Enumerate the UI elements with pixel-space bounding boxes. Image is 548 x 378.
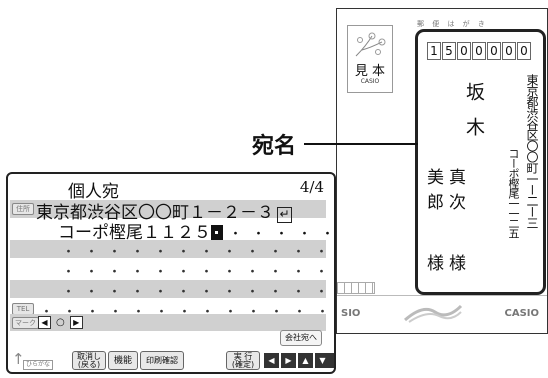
cancel-button[interactable]: 取消し (戻る) [72, 351, 106, 370]
stamp-box: 見 本 CASIO [347, 25, 393, 93]
wave-decoration-icon [404, 304, 463, 323]
text-cursor [211, 225, 223, 240]
zip-digit: 0 [472, 42, 486, 60]
zip-digit: 0 [517, 42, 531, 60]
bottom-toolbar: ↑ ひらがな 取消し (戻る) 機能 印刷確認 実 行 (確定) ◀ ▶ ▲ ▼ [8, 348, 334, 372]
zip-digit: 5 [442, 42, 456, 60]
postcard-honorific-1: 様 [445, 254, 465, 271]
barcode-grid [337, 282, 375, 294]
mark-selector: ◀ ○ ▶ [38, 316, 83, 329]
brand-logo-left: SIO [341, 308, 361, 319]
postcard-given-name-2: 美郎 [423, 168, 443, 218]
print-preview-button[interactable]: 印刷確認 [140, 351, 184, 370]
callout-label: 宛名 [252, 134, 297, 159]
zip-digit: 0 [457, 42, 471, 60]
execute-button[interactable]: 実 行 (確定) [226, 351, 260, 370]
mark-row: マーク ◀ ○ ▶ [10, 314, 326, 331]
zip-digit: 1 [427, 42, 441, 60]
input-mode-indicator: ひらがな [23, 360, 54, 370]
mark-next-button[interactable]: ▶ [69, 316, 83, 329]
mark-tag: マーク [12, 317, 39, 329]
page-indicator: 4/4 [299, 178, 324, 196]
brand-logo-right: CASIO [504, 308, 539, 319]
empty-line-dots: ・・・・・・・・・・・・・ [62, 265, 336, 280]
nav-left-button[interactable]: ◀ [264, 353, 279, 368]
stamp-label: 見 本 [354, 64, 386, 79]
address-row-1[interactable]: 住所 東京都渋谷区〇〇町１－２－３ ↵ [10, 200, 326, 223]
zip-code: 1 5 0 0 0 0 0 [427, 42, 531, 60]
screen-header: 個人宛 4/4 [8, 174, 334, 202]
address-frame: 1 5 0 0 0 0 0 東京都渋谷区〇〇町一ー二ー三 コーポ樫尾一一二五 坂… [415, 29, 546, 295]
postal-header: 郵 便 は が き [417, 20, 488, 28]
address-tag: 住所 [12, 203, 34, 215]
postcard-address-line2: コーポ樫尾一一二五 [507, 148, 520, 238]
lcd-screen: 個人宛 4/4 住所 東京都渋谷区〇〇町１－２－３ ↵ コーポ樫尾１１２５ ・・・・… [6, 172, 336, 374]
flower-icon [355, 32, 386, 57]
address-row-2[interactable]: コーポ樫尾１１２５・・・・・・ [10, 220, 334, 243]
function-button[interactable]: 機能 [108, 351, 138, 370]
postcard-address-line1: 東京都渋谷区〇〇町一ー二ー三 [525, 74, 539, 228]
nav-right-button[interactable]: ▶ [281, 353, 296, 368]
empty-line-dots: ・・・・・・・・・・・・・ [62, 245, 336, 260]
nav-up-button[interactable]: ▲ [298, 353, 313, 368]
stamp-brand: CASIO [360, 78, 380, 85]
blank-row-1[interactable]: ・・・・・・・・・・・・・ [10, 240, 334, 260]
blank-row-3[interactable]: ・・・・・・・・・・・・・ [10, 280, 334, 300]
mark-current: ○ [56, 317, 65, 328]
speaker-icon[interactable] [330, 353, 334, 368]
mark-prev-button[interactable]: ◀ [38, 316, 51, 329]
postcard-given-name-1: 真次 [445, 168, 465, 218]
zip-digit: 0 [502, 42, 516, 60]
nav-down-button[interactable]: ▼ [315, 353, 330, 368]
postcard-honorific-2: 様 [423, 254, 443, 271]
postcard-preview: 郵 便 は が き 見 本 CASIO 1 5 0 0 0 0 0 東京都渋谷区… [336, 8, 548, 334]
callout-line [304, 143, 418, 145]
company-address-button[interactable]: 会社宛へ [280, 330, 322, 346]
zip-digit: 0 [487, 42, 501, 60]
postcard-family-name: 坂木 [463, 82, 485, 152]
blank-row-2[interactable]: ・・・・・・・・・・・・・ [10, 260, 334, 280]
postcard-footer: SIO CASIO [337, 282, 547, 333]
empty-line-dots: ・・・・・・・・・・・・・ [62, 285, 336, 300]
